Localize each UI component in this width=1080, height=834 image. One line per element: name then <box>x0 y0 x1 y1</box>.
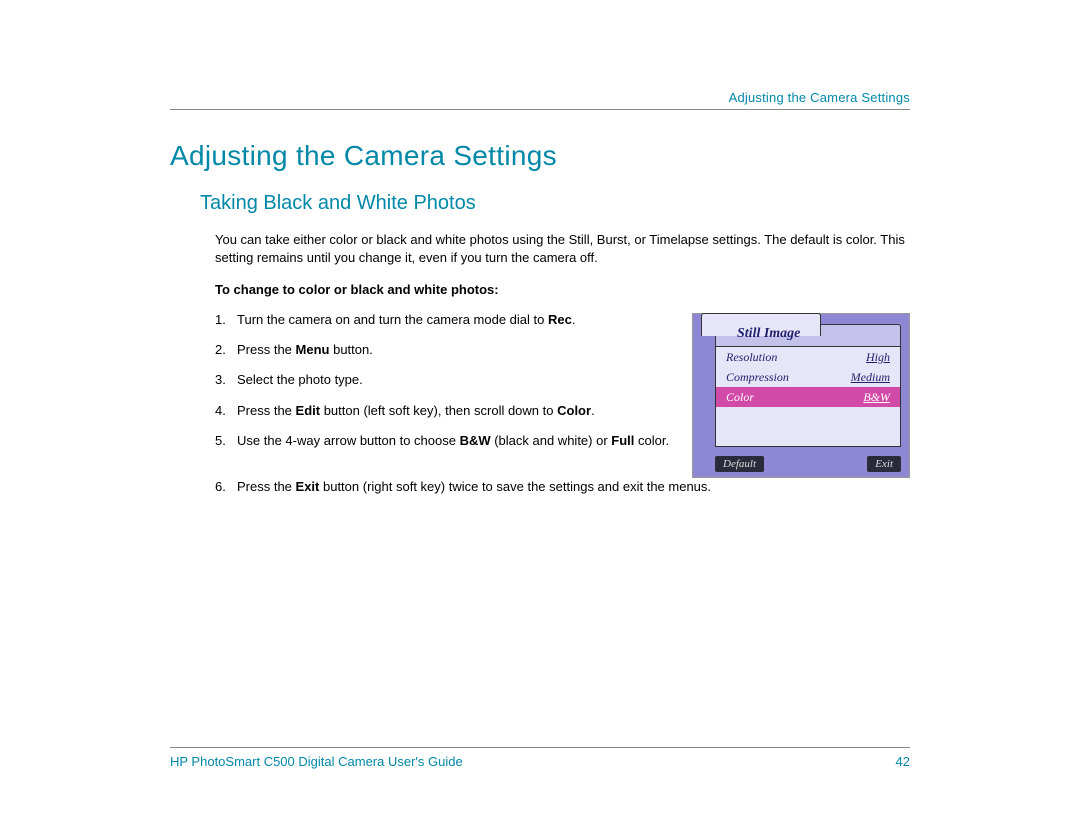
step-number: 1. <box>215 311 237 329</box>
section-title: Taking Black and White Photos <box>200 192 910 215</box>
step-number: 3. <box>215 371 237 389</box>
page-title: Adjusting the Camera Settings <box>170 140 910 172</box>
step-2: 2. Press the Menu button. <box>215 341 672 359</box>
step-3: 3. Select the photo type. <box>215 371 672 389</box>
page-number: 42 <box>896 754 910 769</box>
footer-title: HP PhotoSmart C500 Digital Camera User's… <box>170 754 463 769</box>
lcd-panel: ResolutionHigh CompressionMedium ColorB&… <box>715 346 901 447</box>
header-rule <box>170 109 910 110</box>
step-text: Use the 4-way arrow button to choose B&W… <box>237 432 672 450</box>
step-text: Press the Exit button (right soft key) t… <box>237 478 910 496</box>
step-text: Select the photo type. <box>237 371 672 389</box>
step-number: 2. <box>215 341 237 359</box>
step-5: 5. Use the 4-way arrow button to choose … <box>215 432 672 450</box>
lcd-row-color-selected: ColorB&W <box>716 387 900 407</box>
lcd-softkey-right: Exit <box>867 456 901 472</box>
step-text: Press the Edit button (left soft key), t… <box>237 402 672 420</box>
step-text: Press the Menu button. <box>237 341 672 359</box>
lcd-row-compression: CompressionMedium <box>716 367 900 387</box>
step-number: 5. <box>215 432 237 450</box>
camera-lcd-screenshot: Still Image ResolutionHigh CompressionMe… <box>692 313 910 478</box>
step-number: 4. <box>215 402 237 420</box>
lcd-row-resolution: ResolutionHigh <box>716 347 900 367</box>
step-text: Turn the camera on and turn the camera m… <box>237 311 672 329</box>
steps-column: 1. Turn the camera on and turn the camer… <box>215 311 672 462</box>
lcd-softkey-left: Default <box>715 456 764 472</box>
step-1: 1. Turn the camera on and turn the camer… <box>215 311 672 329</box>
page-footer: HP PhotoSmart C500 Digital Camera User's… <box>170 747 910 769</box>
procedure-heading: To change to color or black and white ph… <box>215 282 910 297</box>
running-header: Adjusting the Camera Settings <box>170 90 910 109</box>
step-4: 4. Press the Edit button (left soft key)… <box>215 402 672 420</box>
step-6: 6. Press the Exit button (right soft key… <box>215 478 910 496</box>
lcd-title: Still Image <box>737 326 800 342</box>
step-number: 6. <box>215 478 237 496</box>
intro-paragraph: You can take either color or black and w… <box>215 231 910 266</box>
